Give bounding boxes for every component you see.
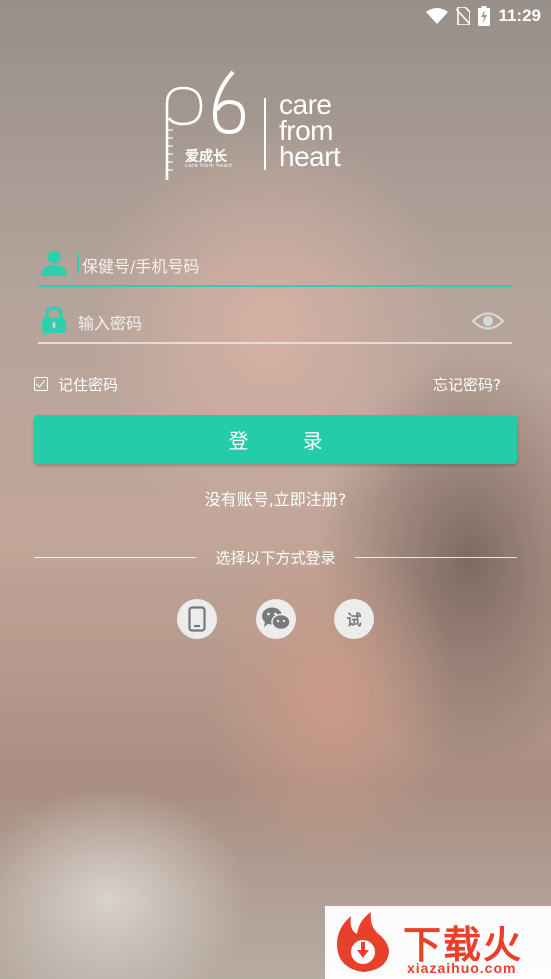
remember-password[interactable]: 记住密码	[34, 374, 118, 394]
status-bar: 11:29	[0, 0, 551, 32]
wechat-icon	[262, 607, 291, 631]
wifi-icon	[426, 8, 449, 24]
logo-subtitle: care from heart	[185, 163, 233, 169]
remember-label: 记住密码	[58, 375, 119, 394]
account-input[interactable]: 保健号/手机号码	[82, 253, 199, 277]
forgot-password-link[interactable]: 忘记密码?	[433, 374, 501, 395]
app-logo: 爱成长 care from heart care from heart	[163, 70, 388, 182]
flame-logo-icon	[337, 912, 389, 972]
trial-icon: 试	[346, 610, 362, 629]
no-sim-icon	[456, 7, 471, 25]
alt-login-divider: 选择以下方式登录	[34, 547, 517, 569]
watermark-url: xiazaihuo.com	[407, 960, 517, 976]
logo-slogan-line: heart	[279, 141, 341, 172]
logo-slogan: care from heart	[279, 91, 341, 172]
password-input[interactable]: 输入密码	[78, 310, 142, 334]
lock-icon	[42, 306, 66, 333]
register-link[interactable]: 没有账号,立即注册?	[0, 486, 551, 510]
battery-charging-icon	[478, 6, 491, 26]
divider-line-right	[355, 557, 517, 558]
password-underline	[38, 342, 512, 344]
text-caret	[77, 253, 79, 273]
logo-divider	[264, 98, 266, 170]
trial-login-button[interactable]: 试	[334, 599, 374, 639]
login-button-label: 登录	[228, 429, 377, 453]
eye-icon[interactable]	[472, 310, 504, 332]
user-icon	[41, 250, 67, 276]
phone-login-button[interactable]	[177, 599, 217, 639]
phone-icon	[188, 606, 206, 632]
remember-checkbox[interactable]	[34, 377, 48, 391]
account-underline	[38, 285, 512, 287]
watermark: 下载火 xiazaihuo.com	[325, 906, 551, 979]
wechat-login-button[interactable]	[256, 599, 296, 639]
status-time: 11:29	[498, 6, 541, 25]
login-button[interactable]: 登录	[34, 415, 517, 464]
account-field[interactable]: 保健号/手机号码	[38, 243, 512, 287]
password-field[interactable]: 输入密码	[38, 300, 512, 344]
